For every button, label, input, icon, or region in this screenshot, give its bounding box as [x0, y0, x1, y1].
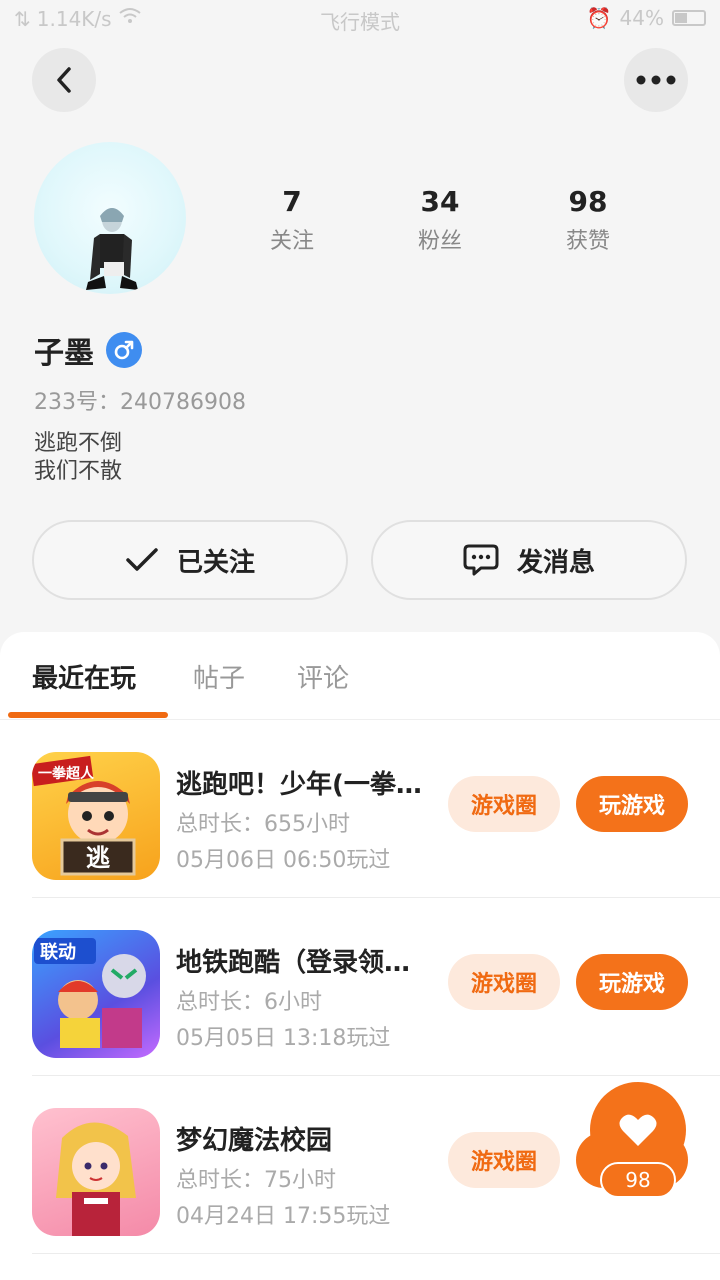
send-message-label: 发消息 [516, 547, 595, 578]
game-duration: 总时长：6小时 [176, 990, 322, 1015]
user-name: 子墨 [34, 336, 94, 371]
back-button[interactable] [32, 48, 96, 112]
heart-icon [619, 1114, 657, 1146]
tab-comments[interactable]: 评论 [297, 658, 349, 695]
avatar-character-image [86, 208, 138, 290]
male-gender-icon [106, 332, 142, 368]
active-tab-indicator [8, 712, 168, 718]
checkmark-icon [126, 548, 158, 571]
list-item[interactable]: 联动 地铁跑酷（登录领… 总时长：6小时 05月05日 13:18玩过 游戏圈 … [32, 898, 720, 1076]
bio-line: 逃跑不倒 [34, 431, 123, 456]
game-icon-magic-school[interactable] [32, 1108, 160, 1236]
send-message-button[interactable]: 发消息 [371, 520, 687, 600]
avatar[interactable] [34, 142, 186, 294]
game-title: 地铁跑酷（登录领… [176, 948, 411, 978]
tab-posts[interactable]: 帖子 [193, 658, 245, 695]
game-icon-escape[interactable]: 一拳超人 逃 [32, 752, 160, 880]
status-right: ⏰ 44% [587, 6, 706, 30]
likes-count: 98 [568, 185, 608, 218]
game-circle-button[interactable]: 游戏圈 [448, 776, 560, 832]
stat-following[interactable]: 7 关注 [218, 183, 366, 255]
stat-fans[interactable]: 34 粉丝 [366, 183, 514, 255]
like-count-badge: 98 [600, 1162, 676, 1198]
list-item[interactable]: 一拳超人 逃 逃跑吧！少年(一拳… 总时长：655小时 05月06日 06:50… [32, 720, 720, 898]
game-icon-char: 逃 [86, 844, 110, 872]
game-icon-badge: 联动 [40, 942, 76, 963]
more-button[interactable] [624, 48, 688, 112]
following-label: 关注 [269, 229, 314, 254]
battery-icon [672, 10, 706, 26]
game-title: 逃跑吧！少年(一拳… [176, 770, 422, 800]
bio-line: 我们不散 [34, 459, 123, 484]
user-id: 233号：240786908 [34, 390, 246, 415]
fans-label: 粉丝 [417, 229, 462, 254]
following-button-label: 已关注 [176, 547, 255, 578]
chat-bubble-icon [463, 544, 499, 576]
following-count: 7 [282, 185, 302, 218]
game-last-played: 05月06日 06:50玩过 [176, 848, 391, 873]
battery-percent: 44% [619, 6, 664, 30]
game-icon-badge: 一拳超人 [38, 765, 95, 782]
game-circle-button[interactable]: 游戏圈 [448, 1132, 560, 1188]
tab-bar: 最近在玩 帖子 评论 [0, 632, 720, 720]
game-circle-button[interactable]: 游戏圈 [448, 954, 560, 1010]
more-dots-icon [636, 75, 676, 85]
game-last-played: 05月05日 13:18玩过 [176, 1026, 391, 1051]
game-title: 梦幻魔法校园 [176, 1126, 333, 1156]
likes-label: 获赞 [565, 229, 610, 254]
stat-likes[interactable]: 98 获赞 [514, 183, 662, 255]
tab-recently-played[interactable]: 最近在玩 [32, 658, 136, 695]
following-button[interactable]: 已关注 [32, 520, 348, 600]
game-last-played: 04月24日 17:55玩过 [176, 1204, 391, 1229]
game-duration: 总时长：655小时 [176, 812, 350, 837]
user-bio: 逃跑不倒 我们不散 [34, 430, 122, 486]
play-game-button[interactable]: 玩游戏 [576, 954, 688, 1010]
alarm-icon: ⏰ [586, 6, 612, 30]
game-icon-subway[interactable]: 联动 [32, 930, 160, 1058]
status-bar: ⇅ 1.14K/s 飞行模式 ⏰ 44% [0, 0, 720, 36]
name-row: 子墨 [34, 328, 142, 372]
chevron-left-icon [57, 67, 71, 93]
profile-stats: 7 关注 34 粉丝 98 获赞 [218, 183, 662, 255]
play-game-button[interactable]: 玩游戏 [576, 776, 688, 832]
fans-count: 34 [420, 185, 460, 218]
game-duration: 总时长：75小时 [176, 1168, 336, 1193]
